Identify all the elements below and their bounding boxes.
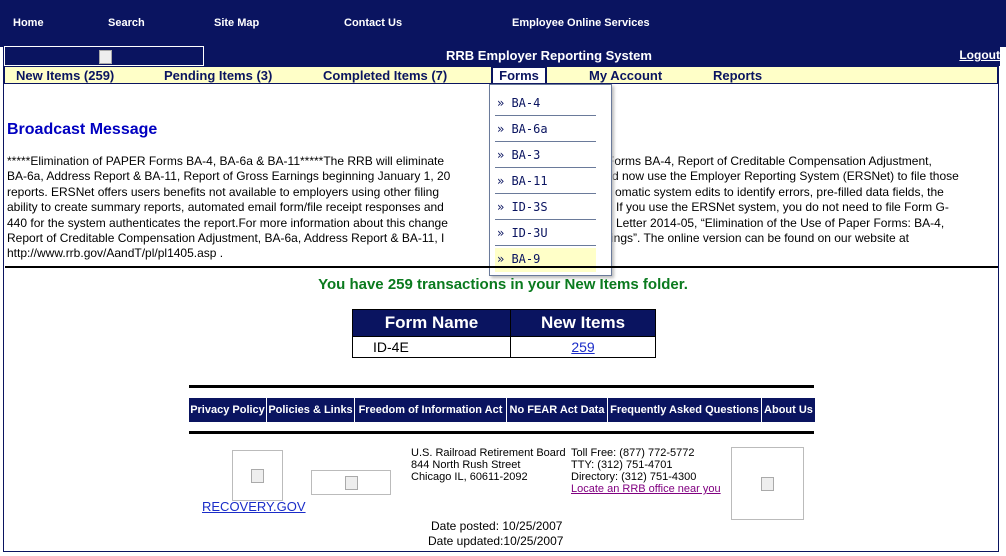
tab-completed-items[interactable]: Completed Items (7): [323, 68, 447, 83]
address-line: Chicago IL, 60611-2092: [411, 471, 528, 483]
broken-image-icon: [251, 469, 264, 483]
tty-number: TTY: (312) 751-4701: [571, 459, 673, 471]
tab-bar: New Items (259) Pending Items (3) Comple…: [4, 66, 998, 84]
date-posted: Date posted: 10/25/2007: [431, 519, 563, 533]
footer-link-privacy-policy[interactable]: Privacy Policy: [189, 398, 266, 422]
footer-image-placeholder: [232, 450, 283, 501]
menu-item-id-3s[interactable]: » ID-3S: [495, 196, 596, 220]
directory-number: Directory: (312) 751-4300: [571, 471, 697, 483]
divider: [5, 266, 998, 268]
new-items-count-link[interactable]: 259: [510, 336, 656, 358]
nav-home[interactable]: Home: [13, 17, 44, 29]
locate-office-link[interactable]: Locate an RRB office near you: [571, 483, 721, 495]
new-items-table: Form Name New Items ID-4E 259: [352, 309, 656, 358]
broken-image-icon: [345, 476, 358, 490]
contact-block: Toll Free: (877) 772-5772 TTY: (312) 751…: [571, 447, 721, 495]
dates-block: Date posted: 10/25/2007 Date updated:10/…: [428, 519, 563, 549]
broken-image-icon: [99, 50, 112, 64]
tab-forms[interactable]: Forms: [491, 66, 547, 83]
cell-form-name: ID-4E: [352, 336, 511, 358]
transactions-message: You have 259 transactions in your New It…: [318, 276, 688, 293]
nav-employee-online-services[interactable]: Employee Online Services: [512, 17, 650, 29]
nav-contact-us[interactable]: Contact Us: [344, 17, 402, 29]
broadcast-heading: Broadcast Message: [7, 121, 158, 138]
footer-link-no-fear-act[interactable]: No FEAR Act Data: [507, 398, 607, 422]
footer-link-about-us[interactable]: About Us: [762, 398, 815, 422]
tab-new-items[interactable]: New Items (259): [16, 68, 114, 83]
menu-item-ba-3[interactable]: » BA-3: [495, 144, 596, 168]
footer-image-placeholder: [731, 447, 804, 520]
menu-item-ba-11[interactable]: » BA-11: [495, 170, 596, 194]
footer-link-foia[interactable]: Freedom of Information Act: [355, 398, 506, 422]
logout-link[interactable]: Logout: [959, 48, 1000, 62]
date-updated: Date updated:10/25/2007: [428, 534, 564, 548]
header-bar: RRB Employer Reporting System Logout: [4, 46, 1000, 66]
logo-placeholder: [4, 46, 204, 66]
address-line: 844 North Rush Street: [411, 459, 521, 471]
nav-site-map[interactable]: Site Map: [214, 17, 259, 29]
footer-link-faq[interactable]: Frequently Asked Questions: [608, 398, 761, 422]
top-nav: Home Search Site Map Contact Us Employee…: [0, 0, 1006, 47]
app-title: RRB Employer Reporting System: [446, 48, 652, 63]
menu-item-ba-4[interactable]: » BA-4: [495, 92, 596, 116]
tab-pending-items[interactable]: Pending Items (3): [164, 68, 272, 83]
divider: [189, 385, 814, 388]
table-row: ID-4E 259: [352, 336, 656, 358]
menu-item-id-3u[interactable]: » ID-3U: [495, 222, 596, 246]
address-block: U.S. Railroad Retirement Board 844 North…: [411, 447, 566, 483]
menu-item-ba-6a[interactable]: » BA-6a: [495, 118, 596, 142]
toll-free-number: Toll Free: (877) 772-5772: [571, 447, 695, 459]
footer-image-placeholder: [311, 470, 391, 495]
forms-dropdown-menu: » BA-4 » BA-6a » BA-3 » BA-11 » ID-3S » …: [489, 84, 612, 276]
menu-item-ba-9[interactable]: » BA-9: [495, 248, 596, 272]
tab-my-account[interactable]: My Account: [589, 68, 662, 83]
broken-image-icon: [761, 477, 774, 491]
footer-link-policies-links[interactable]: Policies & Links: [267, 398, 354, 422]
col-new-items: New Items: [510, 309, 656, 337]
address-line: U.S. Railroad Retirement Board: [411, 447, 566, 459]
col-form-name: Form Name: [352, 309, 511, 337]
divider: [189, 431, 814, 434]
nav-search[interactable]: Search: [108, 17, 145, 29]
recovery-gov-link[interactable]: RECOVERY.GOV: [202, 499, 306, 514]
tab-reports[interactable]: Reports: [713, 68, 762, 83]
